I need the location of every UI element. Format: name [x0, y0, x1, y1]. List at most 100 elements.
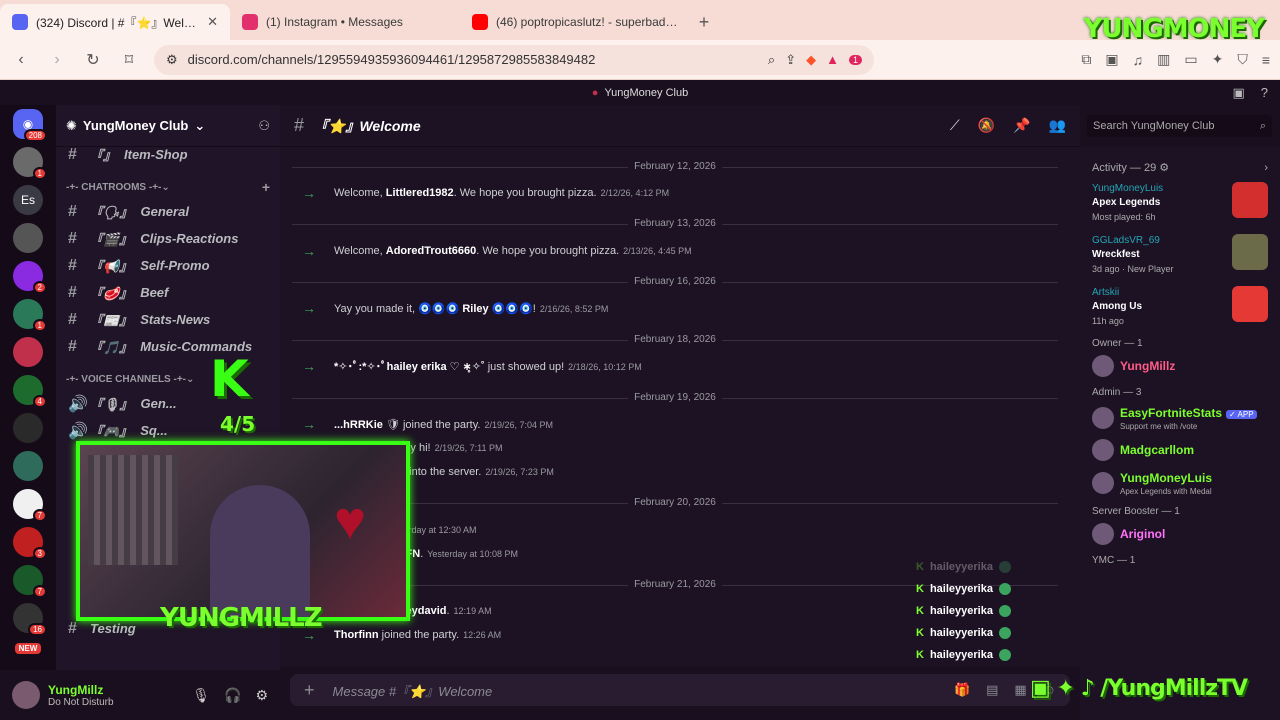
wallet-icon[interactable]: ▭ [1184, 51, 1197, 68]
activity-card[interactable]: GGLadsVR_69 Wreckfest 3d ago · New Player [1092, 234, 1268, 276]
server-icon[interactable]: 16 [13, 603, 47, 636]
message-suffix: . [446, 605, 450, 617]
hash-icon: # [68, 229, 77, 247]
twitch-icon: ▣ [1030, 676, 1051, 701]
rewards-icon[interactable]: ▲ [826, 52, 839, 67]
unread-badge: 4 [32, 395, 47, 408]
server-icon[interactable]: 7 [13, 489, 47, 522]
add-channel-icon[interactable]: + [262, 179, 270, 195]
channel-item[interactable]: # 『📢』 Self-Promo [56, 252, 280, 279]
server-icon[interactable]: 3 [13, 527, 47, 560]
server-icon[interactable] [13, 223, 43, 253]
headphones-icon[interactable]: 🎧 [224, 687, 241, 704]
pin-icon[interactable]: 📌 [1013, 117, 1030, 134]
channel-item[interactable]: # 『📰』 Stats-News [56, 306, 280, 333]
invite-icon[interactable]: ⚇ [258, 118, 270, 134]
url-field[interactable]: ⚙ discord.com/channels/12955949359360944… [154, 44, 874, 75]
back-icon[interactable]: ‹ [10, 49, 32, 71]
brave-shield-icon[interactable]: ◆ [806, 52, 816, 68]
zoom-icon[interactable]: ⌕ [768, 52, 775, 68]
share-icon[interactable]: ⇪ [785, 52, 796, 68]
music-icon[interactable]: ♫ [1133, 52, 1144, 68]
speaker-icon: 🔊 [68, 395, 88, 413]
webcam-overlay: ♥ [76, 441, 410, 621]
chevron-right-icon[interactable]: › [1264, 162, 1268, 174]
member-item[interactable]: YungMoneyLuis Apex Legends with Medal [1092, 469, 1268, 496]
bookmark-icon[interactable]: ⌑ [118, 49, 140, 71]
inbox-icon[interactable]: ▣ [1232, 85, 1244, 101]
message-username[interactable]: Thorfinn [334, 629, 379, 641]
channel-item-shop[interactable]: # 『』 Item-Shop [56, 141, 280, 168]
channel-item[interactable]: # 『🥩』 Beef [56, 279, 280, 306]
sticker-icon[interactable]: ▦ [1014, 682, 1026, 698]
server-icon[interactable] [13, 451, 43, 481]
message-username[interactable]: AdoredTrout6660 [386, 245, 476, 257]
server-rail: ◉ 208 1 Es 2 1 4 7 3 7 16 NEW [0, 105, 56, 720]
member-item[interactable]: Ariginol [1092, 523, 1268, 545]
activity-header[interactable]: Activity — 29 ⚙ › [1092, 161, 1268, 175]
members-icon[interactable]: 👥 [1049, 117, 1066, 134]
server-icon[interactable]: 4 [13, 375, 47, 408]
discord-home-icon[interactable]: ◉ 208 [13, 109, 47, 142]
server-icon[interactable]: 1 [13, 299, 47, 332]
member-item[interactable]: EasyFortniteStats ✓ APP Support me with /v… [1092, 404, 1268, 431]
vpn-icon[interactable]: ⛉ [1237, 51, 1248, 68]
message-username[interactable]: Littlered1982 [386, 187, 454, 199]
microphone-icon[interactable]: 🎙 [192, 687, 210, 704]
category-chatrooms[interactable]: -+- CHATROOMS -+- ⌄ + [56, 176, 280, 198]
join-arrow-icon: → [302, 185, 316, 201]
channel-item[interactable]: # 『🎬』 Clips-Reactions [56, 225, 280, 252]
message-username[interactable]: *✧･ﾟ:*✧･ﾟhailey erika ♡ ∗̥✧˚ [334, 361, 485, 373]
channel-item[interactable]: # 『🗣』 General [56, 198, 280, 225]
menu-icon[interactable]: ≡ [1262, 52, 1270, 68]
message-username[interactable]: ...hRRKie [334, 419, 383, 431]
activity-card[interactable]: Artskii Among Us 11h ago [1092, 286, 1268, 328]
server-icon[interactable]: Es [13, 185, 43, 215]
new-tab-button[interactable]: + [690, 4, 718, 40]
webcam-person [210, 485, 310, 617]
close-icon[interactable]: ✕ [207, 14, 218, 30]
youtube-favicon-icon [472, 14, 488, 30]
member-name: YungMoneyLuis [1120, 471, 1213, 485]
gear-icon[interactable]: ⚙ [1156, 161, 1169, 174]
game-art-icon [1232, 182, 1268, 218]
extensions-icon[interactable]: ⧉ [1081, 51, 1091, 68]
forward-icon[interactable]: › [46, 49, 68, 71]
tab-instagram[interactable]: (1) Instagram • Messages [230, 4, 460, 40]
leo-icon[interactable]: ✦ [1212, 51, 1224, 68]
avatar[interactable] [12, 681, 40, 709]
gift-icon[interactable]: 🎁 [954, 682, 970, 698]
activity-user: YungMoneyLuis [1092, 183, 1164, 194]
tab-youtube[interactable]: (46) poptropicaslutz! - superbad (off [460, 4, 690, 40]
search-input[interactable]: Search YungMoney Club ⌕ [1087, 115, 1272, 137]
reload-icon[interactable]: ↻ [82, 49, 104, 71]
gif-icon[interactable]: ▤ [986, 682, 998, 698]
site-info-icon[interactable]: ⚙ [166, 52, 178, 68]
threads-icon[interactable]: ⟋ [950, 117, 960, 134]
member-item[interactable]: Madgcarllom [1092, 439, 1268, 461]
add-attachment-icon[interactable]: + [304, 680, 315, 701]
server-icon[interactable]: 7 [13, 565, 47, 598]
tab-discord[interactable]: (324) Discord | #『⭐』Welcome ✕ [0, 4, 230, 40]
date-divider: February 13, 2026 [292, 218, 1058, 229]
hash-icon: # [68, 310, 77, 328]
message-body: Welcome, AdoredTrout6660. We hope you br… [334, 245, 692, 257]
message-timestamp: 2/18/26, 10:12 PM [568, 362, 642, 372]
sidebar-icon[interactable]: ▥ [1157, 51, 1170, 68]
message-composer[interactable]: + Message #『⭐』Welcome 🎁 ▤ ▦ ☺ [290, 674, 1070, 706]
message-body: Thorfinn joined the party. 12:26 AM [334, 629, 501, 641]
server-icon[interactable]: 1 [13, 147, 47, 180]
gear-icon[interactable]: ⚙ [255, 687, 268, 704]
member-item[interactable]: YungMillz [1092, 355, 1268, 377]
help-icon[interactable]: ? [1261, 85, 1268, 101]
unread-badge: 16 [28, 623, 47, 636]
server-icon[interactable]: 2 [13, 261, 47, 294]
server-icon[interactable] [13, 337, 43, 367]
message-username[interactable]: Riley [462, 303, 488, 315]
server-icon[interactable] [13, 413, 43, 443]
activity-card[interactable]: YungMoneyLuis Apex Legends Most played: 6h [1092, 182, 1268, 224]
hash-icon: # [68, 256, 77, 274]
mute-icon[interactable]: 🔕 [978, 117, 995, 134]
channel-label: Stats-News [140, 312, 211, 327]
window-icon[interactable]: ▣ [1105, 51, 1118, 68]
